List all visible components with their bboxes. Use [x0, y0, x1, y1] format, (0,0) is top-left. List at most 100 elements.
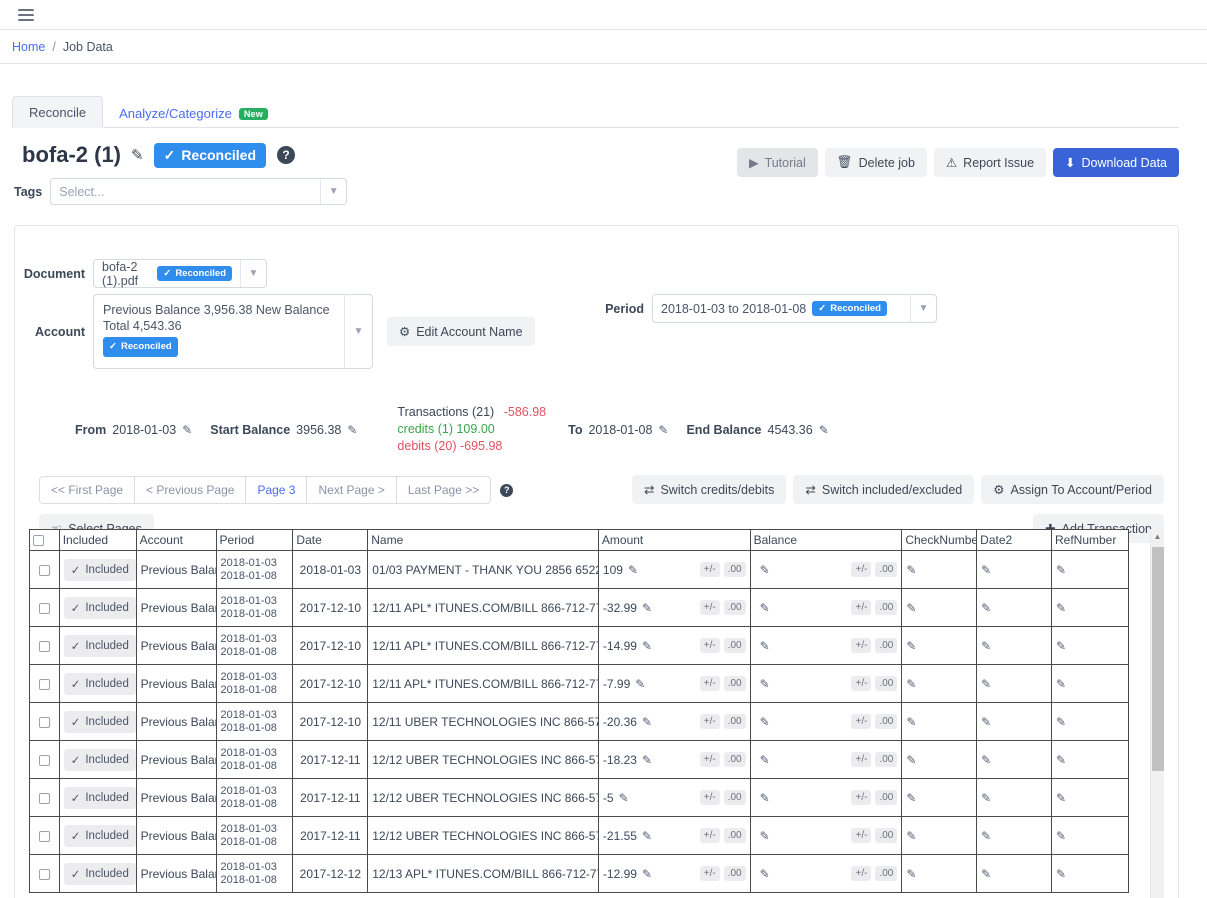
first-page-button[interactable]: << First Page [39, 476, 136, 504]
last-page-button[interactable]: Last Page >> [395, 476, 492, 504]
included-toggle[interactable]: ✓ Included [63, 786, 136, 809]
edit-date2-icon[interactable]: ✎ [981, 563, 991, 577]
tutorial-button[interactable]: ▶ Tutorial [736, 148, 818, 177]
edit-refnumber-icon[interactable]: ✎ [1056, 829, 1066, 843]
edit-balance-icon[interactable]: ✎ [760, 867, 770, 881]
edit-date2-icon[interactable]: ✎ [981, 829, 991, 843]
amount-sign-toggle[interactable]: +/- [699, 752, 720, 767]
edit-date2-icon[interactable]: ✎ [981, 639, 991, 653]
balance-sign-toggle[interactable]: +/- [851, 866, 872, 881]
header-included[interactable]: Included [58, 529, 137, 551]
included-toggle[interactable]: ✓ Included [63, 596, 136, 619]
balance-cents[interactable]: .00 [875, 676, 898, 691]
included-toggle[interactable]: ✓ Included [63, 748, 136, 771]
edit-amount-icon[interactable]: ✎ [642, 715, 652, 729]
edit-date2-icon[interactable]: ✎ [981, 753, 991, 767]
header-refnumber[interactable]: RefNumber [1051, 529, 1129, 551]
edit-balance-icon[interactable]: ✎ [760, 829, 770, 843]
question-mark-icon[interactable]: ? [277, 146, 296, 164]
included-toggle[interactable]: ✓ Included [63, 824, 136, 847]
table-row[interactable]: ✓ Included Previous Balan 2018-01-03 2018-01… [29, 778, 1129, 817]
edit-balance-icon[interactable]: ✎ [760, 677, 770, 691]
edit-refnumber-icon[interactable]: ✎ [1056, 639, 1066, 653]
edit-checknumber-icon[interactable]: ✎ [906, 677, 916, 691]
select-all-checkbox[interactable] [33, 535, 44, 547]
hamburger-icon[interactable] [18, 8, 34, 21]
table-vertical-scrollbar[interactable]: ▲ [1150, 529, 1164, 898]
row-checkbox[interactable] [38, 564, 50, 576]
edit-start-balance-icon[interactable]: ✎ [347, 423, 357, 437]
edit-balance-icon[interactable]: ✎ [760, 715, 770, 729]
table-row[interactable]: ✓ Included Previous Balan 2018-01-03 2018-01… [29, 664, 1129, 703]
row-checkbox[interactable] [38, 792, 50, 804]
amount-cents[interactable]: .00 [723, 752, 746, 767]
balance-sign-toggle[interactable]: +/- [851, 676, 872, 691]
header-checknumber[interactable]: CheckNumber [901, 529, 978, 551]
table-row[interactable]: ✓ Included Previous Balan 2018-01-03 2018-01… [29, 816, 1129, 855]
amount-sign-toggle[interactable]: +/- [699, 562, 720, 577]
chevron-down-icon[interactable]: ▼ [320, 179, 346, 204]
delete-job-button[interactable]: 🗑 Delete job [824, 148, 927, 177]
balance-cents[interactable]: .00 [875, 866, 898, 881]
document-select[interactable]: bofa-2 (1).pdf ✓ Reconciled ▼ [93, 259, 267, 288]
edit-checknumber-icon[interactable]: ✎ [906, 867, 916, 881]
header-amount[interactable]: Amount [597, 529, 751, 551]
included-toggle[interactable]: ✓ Included [63, 862, 136, 885]
balance-cents[interactable]: .00 [875, 600, 898, 615]
table-row[interactable]: ✓ Included Previous Balan 2018-01-03 2018-01… [29, 626, 1129, 665]
edit-checknumber-icon[interactable]: ✎ [906, 829, 916, 843]
scroll-up-arrow-icon[interactable]: ▲ [1154, 532, 1162, 541]
amount-sign-toggle[interactable]: +/- [699, 828, 720, 843]
amount-sign-toggle[interactable]: +/- [699, 638, 720, 653]
download-data-button[interactable]: ⬇ Download Data [1053, 148, 1179, 177]
amount-cents[interactable]: .00 [723, 790, 746, 805]
switch-credits-debits-button[interactable]: ⇄ Switch credits/debits [631, 475, 787, 504]
edit-balance-icon[interactable]: ✎ [760, 639, 770, 653]
header-period[interactable]: Period [215, 529, 294, 551]
row-checkbox[interactable] [38, 640, 50, 652]
balance-sign-toggle[interactable]: +/- [851, 714, 872, 729]
edit-checknumber-icon[interactable]: ✎ [906, 715, 916, 729]
tab-reconcile[interactable]: Reconcile [12, 96, 104, 128]
edit-balance-icon[interactable]: ✎ [760, 563, 770, 577]
period-select[interactable]: 2018-01-03 to 2018-01-08 ✓ Reconciled ▼ [652, 294, 937, 323]
switch-included-excluded-button[interactable]: ⇄ Switch included/excluded [793, 475, 975, 504]
amount-sign-toggle[interactable]: +/- [699, 866, 720, 881]
edit-refnumber-icon[interactable]: ✎ [1056, 715, 1066, 729]
included-toggle[interactable]: ✓ Included [63, 672, 136, 695]
amount-cents[interactable]: .00 [723, 676, 746, 691]
previous-page-button[interactable]: < Previous Page [134, 476, 247, 504]
edit-amount-icon[interactable]: ✎ [619, 791, 629, 805]
table-row[interactable]: ✓ Included Previous Balan 2018-01-03 2018-01… [29, 854, 1129, 893]
edit-to-icon[interactable]: ✎ [658, 423, 668, 437]
edit-date2-icon[interactable]: ✎ [981, 677, 991, 691]
amount-sign-toggle[interactable]: +/- [699, 676, 720, 691]
edit-amount-icon[interactable]: ✎ [642, 829, 652, 843]
edit-account-name-button[interactable]: ⚙ Edit Account Name [387, 317, 535, 346]
row-checkbox[interactable] [38, 678, 50, 690]
balance-cents[interactable]: .00 [875, 828, 898, 843]
assign-to-account-period-button[interactable]: ⚙ Assign To Account/Period [981, 475, 1164, 504]
amount-cents[interactable]: .00 [723, 600, 746, 615]
edit-amount-icon[interactable]: ✎ [642, 601, 652, 615]
row-checkbox[interactable] [38, 716, 50, 728]
row-checkbox[interactable] [38, 830, 50, 842]
table-row[interactable]: ✓ Included Previous Balan 2018-01-03 2018-01… [29, 588, 1129, 627]
amount-sign-toggle[interactable]: +/- [699, 790, 720, 805]
report-issue-button[interactable]: ⚠ Report Issue [933, 148, 1047, 177]
balance-sign-toggle[interactable]: +/- [851, 828, 872, 843]
balance-sign-toggle[interactable]: +/- [851, 600, 872, 615]
account-select[interactable]: Previous Balance 3,956.38 New Balance To… [93, 294, 373, 369]
header-name[interactable]: Name [367, 529, 599, 551]
breadcrumb-home-link[interactable]: Home [12, 40, 45, 54]
amount-cents[interactable]: .00 [723, 562, 746, 577]
table-row[interactable]: ✓ Included Previous Balan 2018-01-03 2018-01… [29, 740, 1129, 779]
row-checkbox[interactable] [38, 754, 50, 766]
edit-amount-icon[interactable]: ✎ [628, 563, 638, 577]
edit-from-icon[interactable]: ✎ [182, 423, 192, 437]
table-row[interactable]: ✓ Included Previous Balan 2018-01-03 2018-01… [29, 702, 1129, 741]
chevron-down-icon[interactable]: ▼ [240, 260, 266, 287]
balance-sign-toggle[interactable]: +/- [851, 790, 872, 805]
next-page-button[interactable]: Next Page > [306, 476, 397, 504]
balance-cents[interactable]: .00 [875, 562, 898, 577]
